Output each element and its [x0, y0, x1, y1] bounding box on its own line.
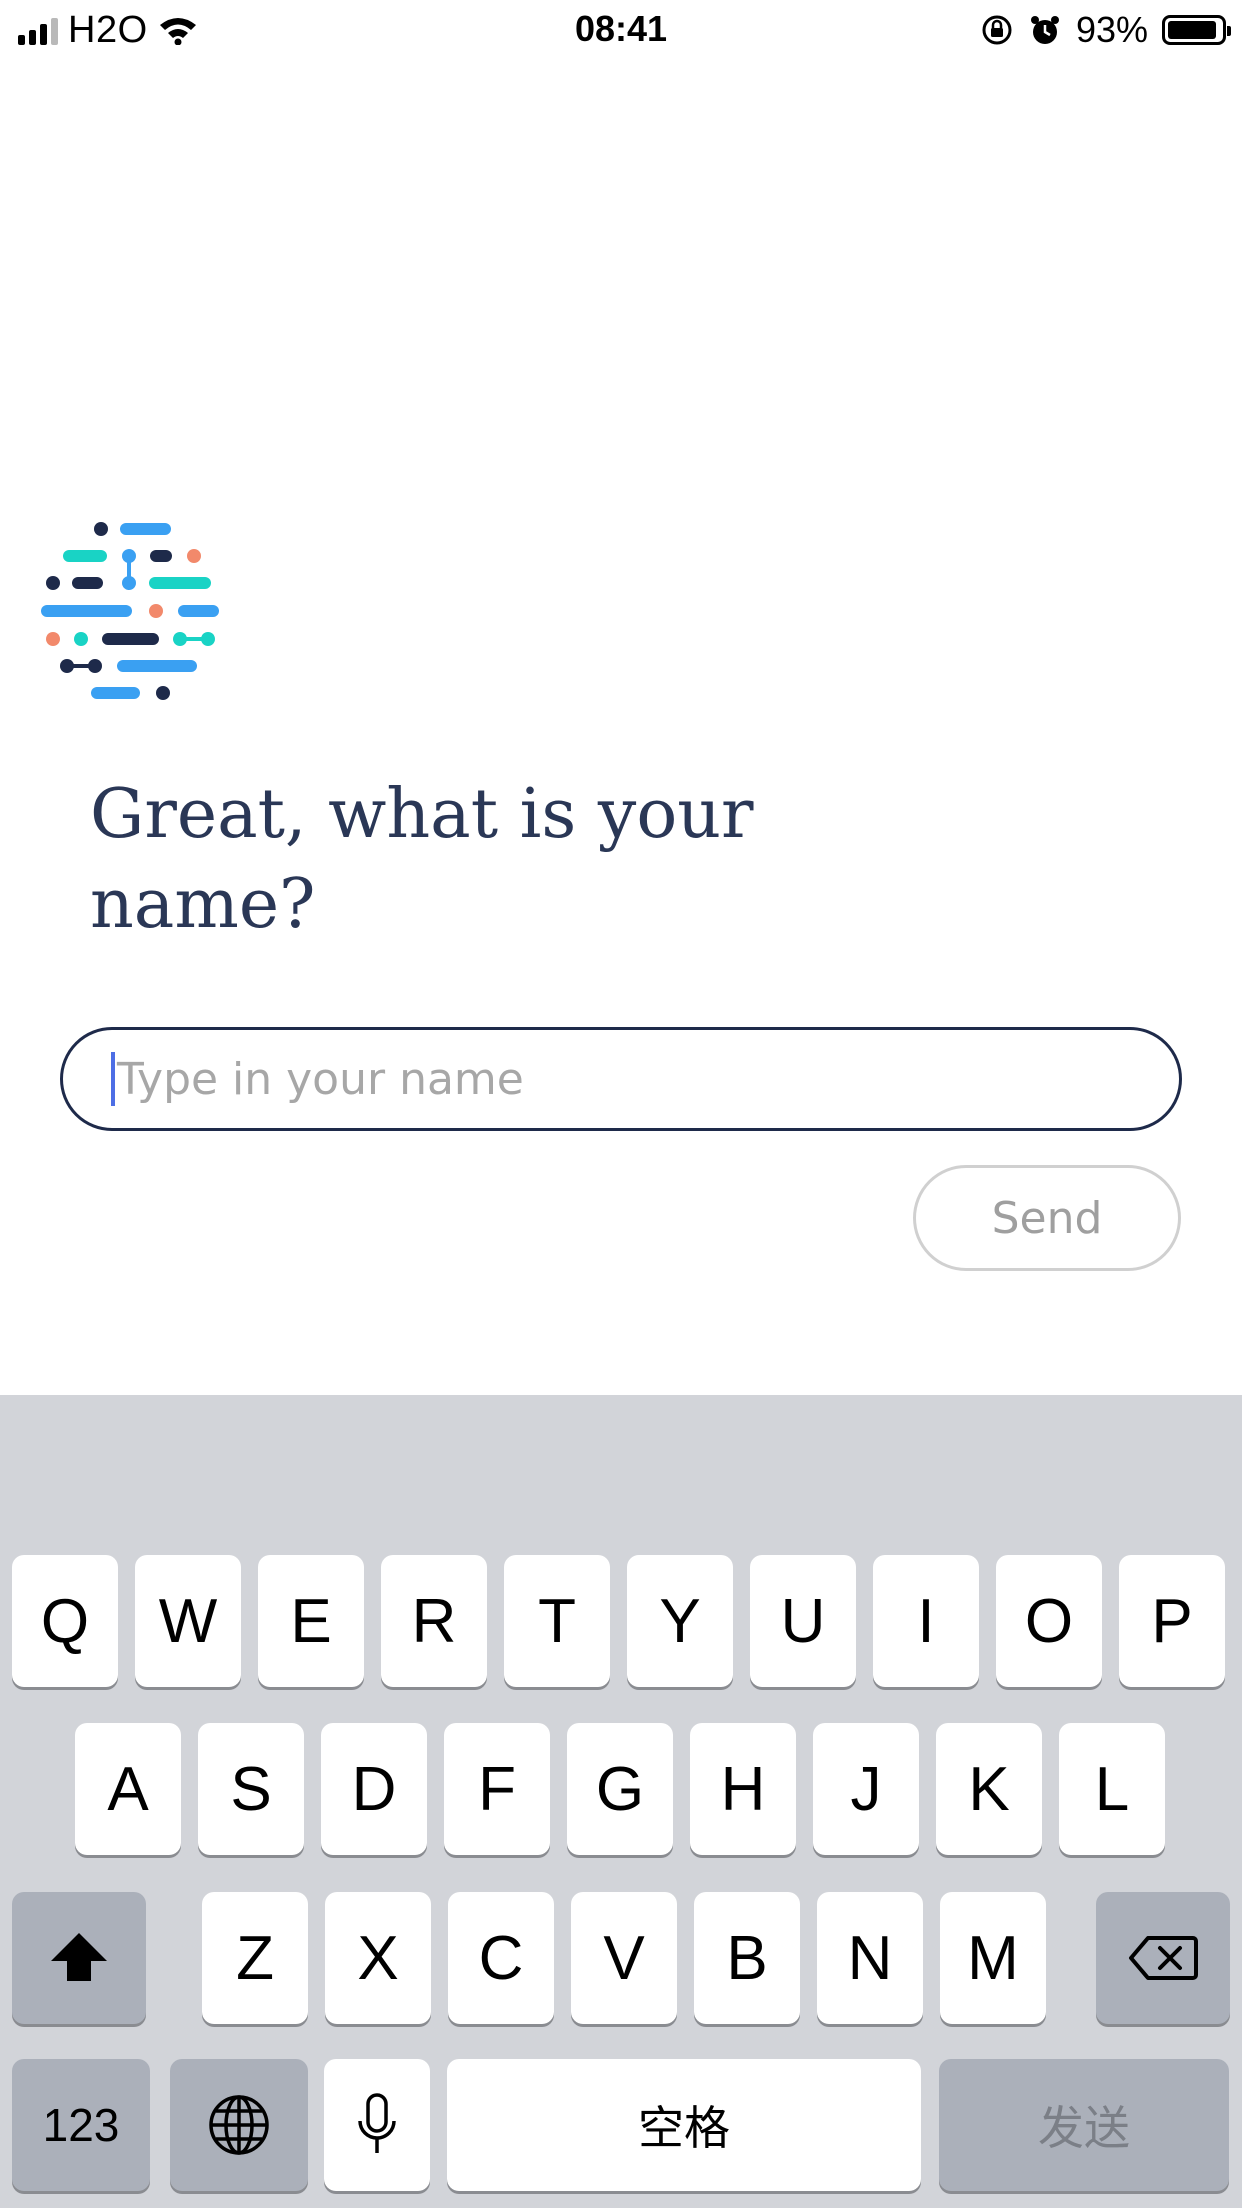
space-key[interactable]: 空格 — [447, 2059, 921, 2191]
name-prompt-heading: Great, what is your name? — [90, 770, 790, 950]
key-c[interactable]: C — [448, 1892, 554, 2024]
globe-icon — [209, 2095, 269, 2155]
status-bar: H2O 08:41 93% — [0, 0, 1242, 60]
battery-percentage: 93% — [1075, 9, 1148, 50]
keyboard: QWERTYUIOP ASDFGHJKL ZXCVBNM 123 空格 发送 — [0, 1395, 1242, 2208]
globe-key[interactable] — [170, 2059, 308, 2191]
key-r[interactable]: R — [381, 1555, 487, 1687]
key-j[interactable]: J — [813, 1723, 919, 1855]
status-right: 93% — [980, 8, 1231, 52]
key-v[interactable]: V — [571, 1892, 677, 2024]
heading-line-2: name? — [90, 865, 316, 944]
key-p[interactable]: P — [1119, 1555, 1225, 1687]
key-o[interactable]: O — [996, 1555, 1102, 1687]
key-z[interactable]: Z — [202, 1892, 308, 2024]
alarm-icon — [1030, 16, 1059, 44]
key-t[interactable]: T — [504, 1555, 610, 1687]
key-n[interactable]: N — [817, 1892, 923, 2024]
space-key-label: 空格 — [638, 2102, 730, 2154]
shift-key[interactable] — [12, 1892, 146, 2024]
app-logo — [41, 522, 219, 700]
send-button[interactable]: Send — [913, 1165, 1181, 1271]
key-i[interactable]: I — [873, 1555, 979, 1687]
key-g[interactable]: G — [567, 1723, 673, 1855]
return-key-label: 发送 — [1038, 2102, 1130, 2154]
key-d[interactable]: D — [321, 1723, 427, 1855]
key-x[interactable]: X — [325, 1892, 431, 2024]
shift-icon — [51, 1933, 107, 1981]
key-l[interactable]: L — [1059, 1723, 1165, 1855]
battery-fill — [1168, 21, 1217, 39]
key-e[interactable]: E — [258, 1555, 364, 1687]
key-w[interactable]: W — [135, 1555, 241, 1687]
key-f[interactable]: F — [444, 1723, 550, 1855]
numbers-key-label: 123 — [42, 2099, 120, 2151]
key-b[interactable]: B — [694, 1892, 800, 2024]
key-q[interactable]: Q — [12, 1555, 118, 1687]
key-u[interactable]: U — [750, 1555, 856, 1687]
key-h[interactable]: H — [690, 1723, 796, 1855]
return-key[interactable]: 发送 — [939, 2059, 1229, 2191]
backspace-key[interactable] — [1096, 1892, 1230, 2024]
key-m[interactable]: M — [940, 1892, 1046, 2024]
key-a[interactable]: A — [75, 1723, 181, 1855]
key-k[interactable]: K — [936, 1723, 1042, 1855]
numbers-key[interactable]: 123 — [12, 2059, 150, 2191]
key-y[interactable]: Y — [627, 1555, 733, 1687]
heading-line-1: Great, what is your — [90, 775, 754, 854]
name-input-placeholder: Type in your name — [117, 1053, 524, 1105]
backspace-icon — [1129, 1936, 1198, 1980]
microphone-key[interactable] — [324, 2059, 430, 2191]
microphone-icon — [358, 2093, 396, 2153]
text-cursor — [111, 1052, 115, 1106]
key-s[interactable]: S — [198, 1723, 304, 1855]
battery-icon — [1162, 15, 1231, 45]
orientation-lock-icon — [982, 15, 1012, 45]
name-input[interactable]: Type in your name — [60, 1027, 1182, 1131]
